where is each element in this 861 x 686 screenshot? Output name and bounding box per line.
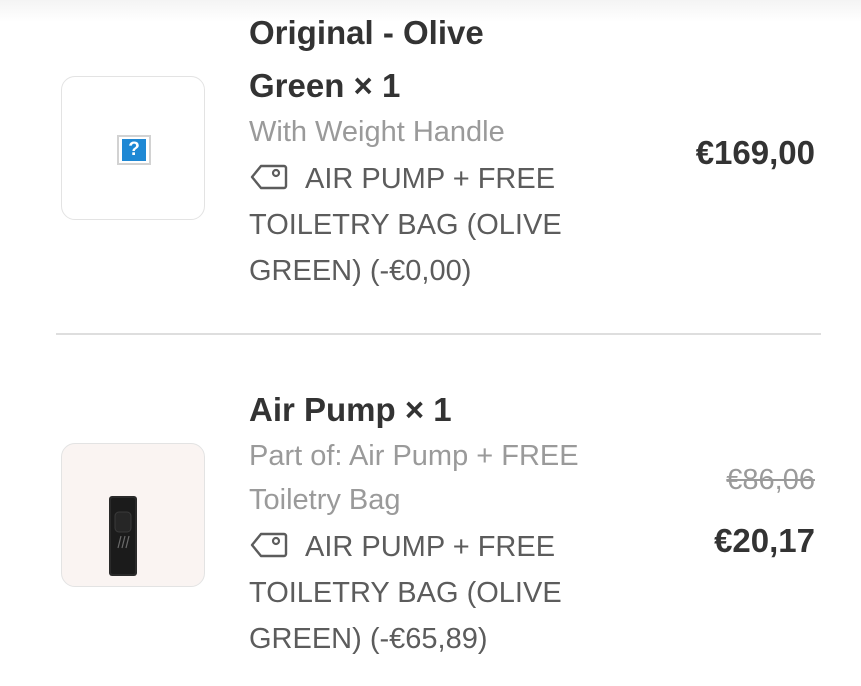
tag-icon (250, 532, 288, 558)
product-title: Original - Olive Green × 1 (249, 14, 484, 104)
discount-line: AIR PUMP + FREE TOILETRY BAG (OLIVE GREE… (249, 156, 609, 294)
product-variant: Part of: Air Pump + FREE Toiletry Bag (249, 440, 579, 516)
line-item: Air Pump × 1 Part of: Air Pump + FREE To… (0, 336, 861, 686)
line-item-details: Original - Olive Green × 1 With Weight H… (249, 6, 649, 294)
product-thumbnail: ? (61, 76, 205, 220)
discount-text: AIR PUMP + FREE TOILETRY BAG (OLIVE GREE… (249, 531, 562, 655)
tag-icon (250, 164, 288, 190)
discount-line: AIR PUMP + FREE TOILETRY BAG (OLIVE GREE… (249, 524, 609, 662)
line-item: ? Original - Olive Green × 1 With Weight… (0, 0, 861, 330)
divider (56, 333, 821, 335)
product-variant: With Weight Handle (249, 116, 505, 148)
original-price: €86,06 (726, 464, 815, 496)
discount-text: AIR PUMP + FREE TOILETRY BAG (OLIVE GREE… (249, 163, 562, 287)
line-item-price: €20,17 (714, 522, 815, 559)
line-item-price: €169,00 (695, 134, 815, 171)
order-summary: ? Original - Olive Green × 1 With Weight… (0, 0, 861, 686)
broken-image-icon: ? (117, 135, 151, 165)
air-pump-product-photo (109, 496, 137, 576)
product-title: Air Pump × 1 (249, 391, 452, 428)
line-item-details: Air Pump × 1 Part of: Air Pump + FREE To… (249, 383, 649, 662)
product-thumbnail (61, 443, 205, 587)
